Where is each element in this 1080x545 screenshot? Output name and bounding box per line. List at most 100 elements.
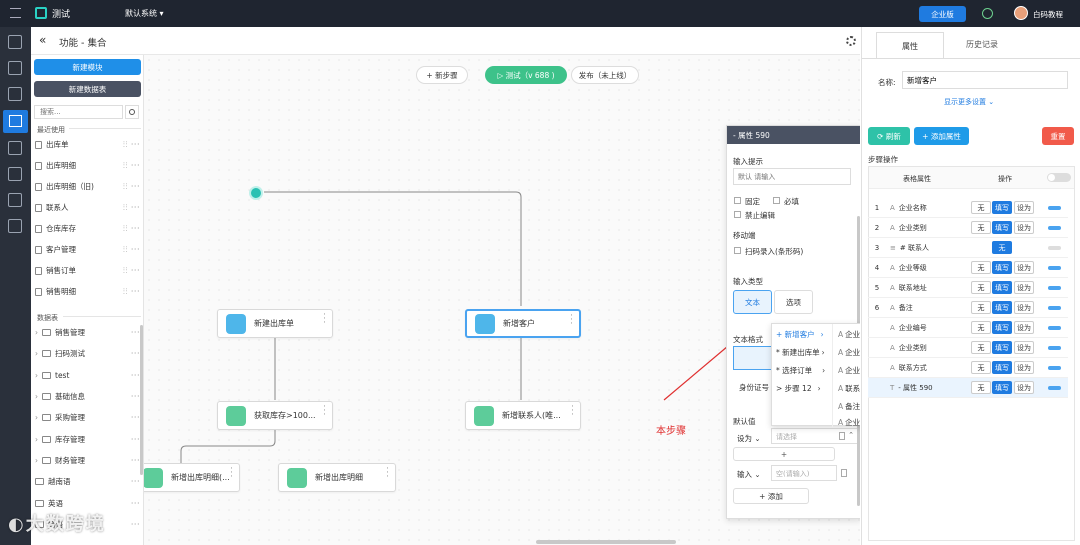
system-selector[interactable]: 默认系统 ▾: [125, 8, 164, 19]
write-button[interactable]: 填写: [992, 361, 1012, 374]
node-menu-icon[interactable]: · · ·: [230, 465, 233, 482]
settings-gear-icon[interactable]: [846, 36, 856, 46]
trash-icon[interactable]: [839, 432, 845, 440]
menu-field-item[interactable]: A企业编号: [838, 418, 860, 427]
flow-node[interactable]: 新增出库明细 · · ·: [278, 463, 396, 492]
type-text-button[interactable]: 文本: [733, 290, 772, 314]
type-option-button[interactable]: 选项: [774, 290, 813, 314]
table-row[interactable]: A 联系方式 无 填写 设为: [868, 358, 1068, 378]
refresh-button[interactable]: ⟳ 刷新: [868, 127, 910, 145]
list-item[interactable]: 仓库库存 ⫶⫶ ···: [35, 218, 140, 239]
active-rail-item[interactable]: [3, 110, 28, 133]
write-button[interactable]: 填写: [992, 381, 1012, 394]
sidebar-search-input[interactable]: [34, 105, 123, 119]
more-icon[interactable]: ···: [131, 520, 140, 529]
row-toggle[interactable]: [1048, 206, 1061, 210]
id-card-label[interactable]: 身份证号: [739, 382, 769, 393]
set-button[interactable]: 设为: [1014, 261, 1034, 274]
none-button[interactable]: 无: [971, 261, 991, 274]
more-icon[interactable]: ⫶⫶ ···: [123, 203, 140, 213]
sidebar-scrollbar[interactable]: [140, 325, 143, 475]
set-button[interactable]: 设为: [1014, 361, 1034, 374]
set-button[interactable]: 设为: [1014, 381, 1034, 394]
list-item[interactable]: 出库明细（旧) ⫶⫶ ···: [35, 176, 140, 197]
folder-item[interactable]: › 销售管理 ···: [35, 322, 140, 343]
flow-node[interactable]: 获取库存>100... · · ·: [217, 401, 333, 430]
menu-field-item[interactable]: A联系地址: [838, 383, 860, 394]
none-button[interactable]: 无: [971, 321, 991, 334]
format-selected-box[interactable]: [733, 346, 772, 370]
header-toggle[interactable]: [1047, 173, 1071, 182]
plugin-icon[interactable]: [8, 193, 22, 207]
folder-item[interactable]: › 财务管理 ···: [35, 450, 140, 471]
set-button[interactable]: 设为: [1014, 221, 1034, 234]
fixed-checkbox[interactable]: [734, 197, 741, 204]
menu-item[interactable]: > 步骤 12 ›: [776, 383, 821, 394]
tab-properties[interactable]: 属性: [876, 32, 944, 58]
table-row-highlighted[interactable]: T- 属性 590 无 填写 设为: [868, 378, 1068, 398]
menu-icon[interactable]: [10, 8, 21, 18]
avatar[interactable]: [1014, 6, 1028, 20]
list-item[interactable]: 销售订单 ⫶⫶ ···: [35, 260, 140, 281]
folder-item[interactable]: › 基础信息 ···: [35, 386, 140, 407]
more-icon[interactable]: ···: [131, 477, 140, 486]
more-icon[interactable]: ···: [131, 371, 140, 380]
menu-item-selected[interactable]: + 新增客户 ›: [776, 329, 824, 340]
row-toggle[interactable]: [1048, 386, 1061, 390]
row-toggle[interactable]: [1048, 366, 1061, 370]
list-item[interactable]: 销售明细 ⫶⫶ ···: [35, 281, 140, 302]
scan-icon[interactable]: [8, 219, 22, 233]
flow-node[interactable]: 新建出库单 · · ·: [217, 309, 333, 338]
menu-field-item[interactable]: A企业名称: [838, 329, 860, 340]
more-icon[interactable]: ···: [131, 413, 140, 422]
list-item[interactable]: 出库单 ⫶⫶ ···: [35, 134, 140, 155]
none-button[interactable]: 无: [971, 301, 991, 314]
more-icon[interactable]: ⫶⫶ ···: [123, 245, 140, 255]
row-toggle[interactable]: [1048, 346, 1061, 350]
menu-item[interactable]: * 新建出库单 ›: [776, 347, 825, 358]
none-button[interactable]: 无: [971, 341, 991, 354]
more-icon[interactable]: ···: [131, 435, 140, 444]
write-button[interactable]: 填写: [992, 221, 1012, 234]
none-button[interactable]: 无: [971, 221, 991, 234]
write-button[interactable]: 填写: [992, 281, 1012, 294]
more-icon[interactable]: ⫶⫶ ···: [123, 182, 140, 192]
row-toggle[interactable]: [1048, 306, 1061, 310]
none-button[interactable]: 无: [992, 241, 1012, 254]
table-row[interactable]: 6 A 备注 无 填写 设为: [868, 298, 1068, 318]
add-row-button[interactable]: +: [733, 447, 835, 461]
list-item[interactable]: 客户管理 ⫶⫶ ···: [35, 239, 140, 260]
set-button[interactable]: 设为: [1014, 201, 1034, 214]
node-menu-icon[interactable]: · · ·: [570, 312, 573, 329]
set-button[interactable]: 设为: [1014, 281, 1034, 294]
row-toggle[interactable]: [1048, 266, 1061, 270]
start-node-icon[interactable]: [249, 186, 263, 200]
table-icon[interactable]: [8, 87, 22, 101]
set-button[interactable]: 设为: [1014, 301, 1034, 314]
row-toggle[interactable]: [1048, 246, 1061, 250]
back-icon[interactable]: «: [39, 33, 46, 47]
more-icon[interactable]: ···: [131, 349, 140, 358]
menu-field-item[interactable]: A企业等级: [838, 365, 860, 376]
enterprise-button[interactable]: 企业版: [919, 6, 966, 22]
list-item[interactable]: 出库明细 ⫶⫶ ···: [35, 155, 140, 176]
table-row[interactable]: 5 A 联系地址 无 填写 设为: [868, 278, 1068, 298]
node-menu-icon[interactable]: · · ·: [386, 465, 389, 482]
more-icon[interactable]: ⫶⫶ ···: [123, 287, 140, 297]
table-row[interactable]: A 企业类别 无 填写 设为: [868, 338, 1068, 358]
table-row[interactable]: 1 A 企业名称 无 填写 设为: [868, 198, 1068, 218]
reset-button[interactable]: 重置: [1042, 127, 1074, 145]
play-icon[interactable]: [982, 8, 993, 19]
node-menu-icon[interactable]: · · ·: [571, 403, 574, 420]
flow-node[interactable]: 新增联系人(唯... · · ·: [465, 401, 581, 430]
more-icon[interactable]: ⫶⫶ ···: [123, 224, 140, 234]
table-row[interactable]: 3 ≡ # 联系人 无: [868, 238, 1068, 258]
scan-checkbox[interactable]: [734, 247, 741, 254]
monitor-icon[interactable]: [8, 167, 22, 181]
add-button[interactable]: + 添加: [733, 488, 809, 504]
row-toggle[interactable]: [1048, 326, 1061, 330]
more-icon[interactable]: ···: [131, 499, 140, 508]
input-hint-field[interactable]: [733, 168, 851, 185]
more-icon[interactable]: ⫶⫶ ···: [123, 161, 140, 171]
canvas-scrollbar[interactable]: [536, 540, 676, 544]
